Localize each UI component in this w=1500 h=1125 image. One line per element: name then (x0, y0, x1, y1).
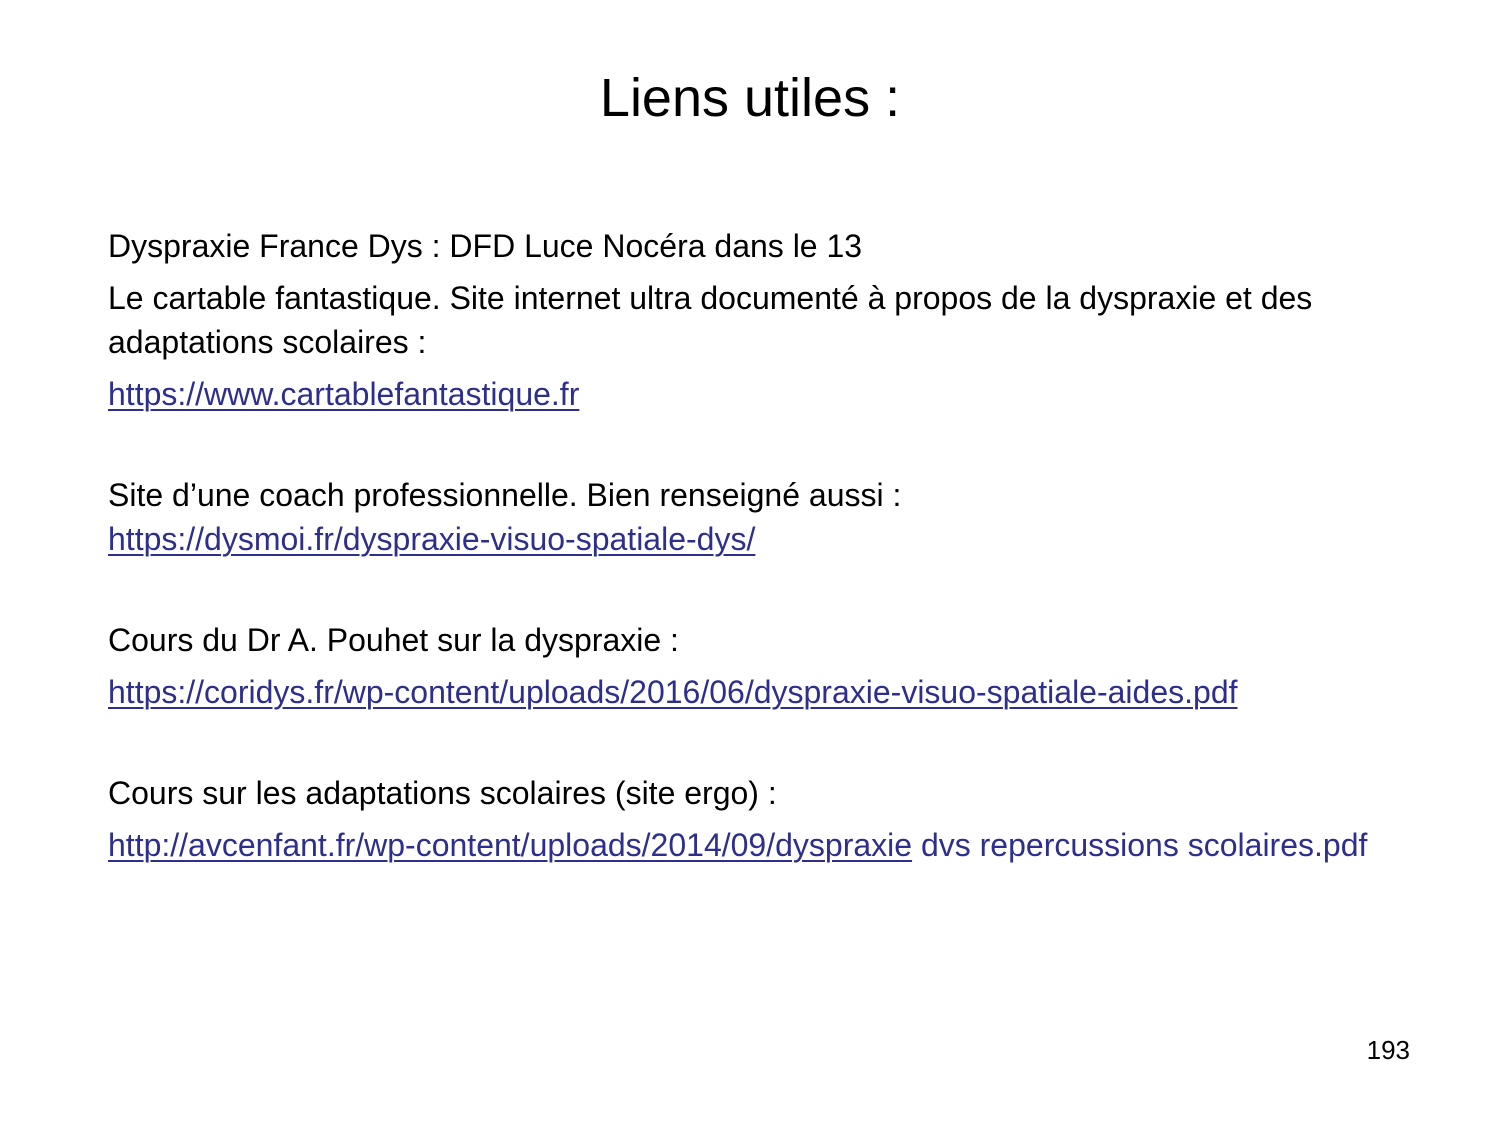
coridys-link[interactable]: https://coridys.fr/wp-content/uploads/20… (108, 674, 1238, 710)
cartable-description: Le cartable fantastique. Site internet u… (108, 280, 1313, 360)
pouhet-description: Cours du Dr A. Pouhet sur la dyspraxie : (108, 622, 679, 658)
avcenfant-link-tail: dvs repercussions scolaires.pdf (912, 827, 1368, 863)
ergo-link-line: http://avcenfant.fr/wp-content/uploads/2… (108, 823, 1398, 867)
coach-link-line: https://dysmoi.fr/dyspraxie-visuo-spatia… (108, 517, 1398, 561)
page-number: 193 (1366, 1035, 1410, 1065)
links-content: Dyspraxie France Dys : DFD Luce Nocéra d… (108, 224, 1398, 867)
ergo-description: Cours sur les adaptations scolaires (sit… (108, 775, 777, 811)
cartable-link-line: https://www.cartablefantastique.fr (108, 372, 1398, 416)
slide-title: Liens utiles : (599, 68, 901, 128)
cartable-link[interactable]: https://www.cartablefantastique.fr (108, 376, 579, 412)
avcenfant-link[interactable]: http://avcenfant.fr/wp-content/uploads/2… (108, 827, 912, 863)
coach-description: Site d’une coach professionnelle. Bien r… (108, 477, 902, 513)
pouhet-link-line: https://coridys.fr/wp-content/uploads/20… (108, 670, 1398, 714)
dysmoi-link[interactable]: https://dysmoi.fr/dyspraxie-visuo-spatia… (108, 521, 755, 557)
dfd-text: Dyspraxie France Dys : DFD Luce Nocéra d… (108, 228, 863, 264)
